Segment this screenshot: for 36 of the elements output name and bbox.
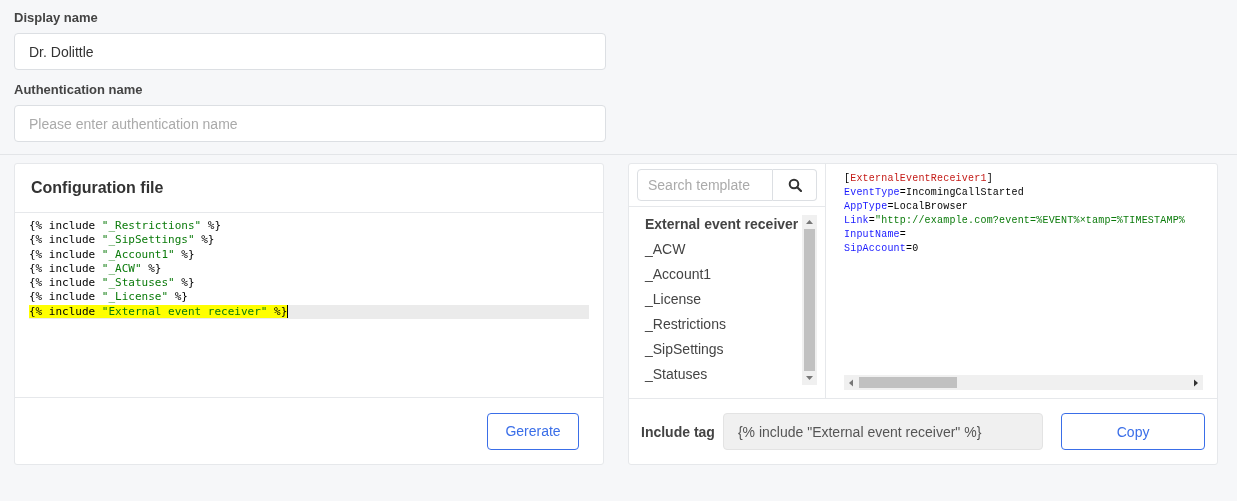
code-line: {% include "_License" %} xyxy=(29,290,189,305)
code-line: EventType=IncomingCallStarted xyxy=(844,186,1025,200)
template-item[interactable]: _ACW xyxy=(645,240,802,265)
text-field[interactable]: Please enter authentication name xyxy=(14,105,606,142)
include-tag-field[interactable]: {% include "External event receiver" %} xyxy=(722,413,1044,450)
horizontal-scrollbar[interactable] xyxy=(844,375,1203,390)
text-field[interactable]: Dr. Dolittle xyxy=(14,33,606,70)
scroll-down-icon[interactable] xyxy=(806,376,813,380)
scroll-left-icon[interactable] xyxy=(849,379,853,386)
include-tag-label: Include tag xyxy=(641,423,715,440)
code-line: [ExternalEventReceiver1] xyxy=(844,172,994,186)
scroll-right-icon[interactable] xyxy=(1194,379,1198,386)
template-item[interactable]: _Account1 xyxy=(645,265,802,290)
field-label: Display name xyxy=(14,10,99,26)
code-line: {% include "_Account1" %} xyxy=(29,247,196,262)
template-item[interactable]: _SipSettings xyxy=(645,340,802,365)
code-line: InputName= xyxy=(844,228,907,242)
scroll-up-icon[interactable] xyxy=(806,220,813,224)
code-line: {% include "_ACW" %} xyxy=(29,261,163,277)
field-label: Authentication name xyxy=(14,82,144,98)
vertical-scrollbar[interactable] xyxy=(802,215,817,385)
template-item[interactable]: _Statuses xyxy=(645,365,802,390)
generate-button[interactable]: Gererate xyxy=(487,412,579,450)
search-field[interactable]: Search template xyxy=(637,169,773,201)
template-item[interactable]: _Restrictions xyxy=(645,315,802,340)
code-line: AppType=LocalBrowser xyxy=(844,200,970,214)
card-title: Configuration file xyxy=(15,164,603,213)
copy-button[interactable]: Copy xyxy=(1061,413,1205,450)
code-line: {% include "_Restrictions" %} xyxy=(29,219,223,234)
template-item[interactable]: _License xyxy=(645,290,802,315)
code-line: {% include "_SipSettings" %} xyxy=(29,233,216,248)
code-line: Link="http://example.com?event=%EVENT%×tamp=%TIMESTAMP% xyxy=(844,214,1187,228)
code-line: SipAccount=0 xyxy=(844,242,920,256)
code-line: {% include "_Statuses" %} xyxy=(29,276,196,291)
template-item[interactable]: External event receiver xyxy=(645,215,802,240)
search-icon[interactable] xyxy=(773,169,817,201)
